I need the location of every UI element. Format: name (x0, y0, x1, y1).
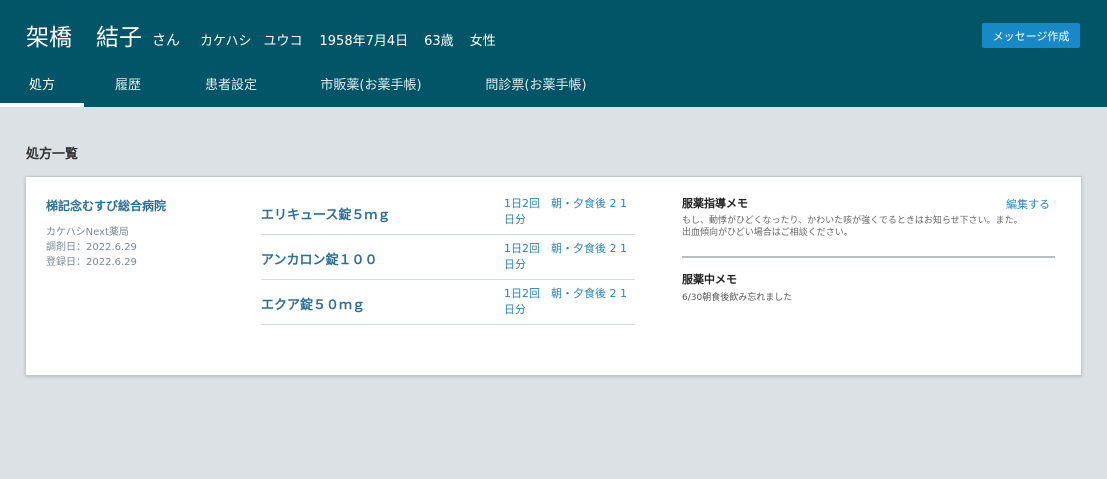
edit-memo-link[interactable]: 編集する (1006, 196, 1050, 212)
patient-kana-given: ユウコ (263, 34, 303, 49)
drug-dosage: 1日2回 朝・夕食後 2 1日分 (504, 197, 627, 226)
memo-panel: 服薬指導メモ 編集する もし、動悸がひどくなったり、かわいた咳が強くでるときはお… (682, 195, 1055, 303)
guidance-memo-line: 出血傾向がひどい場合はご相談ください。 (682, 228, 853, 238)
tab-bar: 処方 履歴 患者設定 市販薬(お薬手帳) 問診票(お薬手帳) (0, 59, 1107, 107)
tab-prescription[interactable]: 処方 (0, 59, 84, 107)
tab-questionnaire[interactable]: 問診票(お薬手帳) (467, 59, 605, 107)
patient-given-name: 結子 (96, 25, 142, 51)
patient-birthdate: 1958年7月4日 (319, 34, 409, 49)
drug-name[interactable]: エリキュース錠５ｍｇ (261, 204, 390, 223)
tab-patient-settings[interactable]: 患者設定 (190, 59, 272, 107)
drug-row: エクア錠５０ｍｇ 1日2回 朝・夕食後 2 1日分 (261, 280, 635, 325)
drug-list: エリキュース錠５ｍｇ 1日2回 朝・夕食後 2 1日分 アンカロン錠１００ 1日… (261, 190, 635, 325)
patient-sex: 女性 (469, 34, 496, 49)
drug-name[interactable]: アンカロン錠１００ (261, 249, 377, 268)
hospital-link[interactable]: 梯記念むすび総合病院 (46, 197, 166, 214)
current-memo-text: 6/30朝食後飲み忘れました (682, 293, 793, 303)
patient-header: 架橋 結子 さん カケハシ ユウコ 1958年7月4日 63歳 女性 メッセージ… (0, 0, 1107, 107)
guidance-memo-text: もし、動悸がひどくなったり、かわいた咳が強くでるときはお知らせ下さい。また。 出… (682, 215, 1055, 239)
guidance-memo-title: 服薬指導メモ (682, 197, 748, 210)
guidance-memo-line: もし、動悸がひどくなったり、かわいた咳が強くでるときはお知らせ下さい。また。 (682, 216, 1023, 226)
drug-row: アンカロン錠１００ 1日2回 朝・夕食後 2 1日分 (261, 235, 635, 280)
patient-family-name: 架橋 (26, 25, 72, 51)
registered-date: 登録日：2022.6.29 (46, 257, 137, 268)
drug-name[interactable]: エクア錠５０ｍｇ (261, 294, 365, 313)
patient-age: 63歳 (424, 34, 454, 49)
drug-row: エリキュース錠５ｍｇ 1日2回 朝・夕食後 2 1日分 (261, 190, 635, 235)
memo-divider (682, 256, 1055, 258)
create-message-button[interactable]: メッセージ作成 (982, 23, 1080, 48)
tab-otc-drugs[interactable]: 市販薬(お薬手帳) (303, 59, 439, 107)
page-title: 処方一覧 (26, 147, 79, 162)
dispensed-date: 調剤日：2022.6.29 (46, 242, 137, 253)
patient-kana-family: カケハシ (200, 34, 252, 49)
drug-dosage: 1日2回 朝・夕食後 2 1日分 (504, 287, 627, 316)
drug-dosage: 1日2回 朝・夕食後 2 1日分 (504, 242, 627, 271)
pharmacy-info: カケハシNext薬局 調剤日：2022.6.29 登録日：2022.6.29 (46, 225, 137, 270)
prescription-card: 梯記念むすび総合病院 カケハシNext薬局 調剤日：2022.6.29 登録日：… (25, 176, 1082, 376)
current-memo: 服薬中メモ 6/30朝食後飲み忘れました (682, 271, 1055, 303)
patient-info: 架橋 結子 さん カケハシ ユウコ 1958年7月4日 63歳 女性 (26, 18, 496, 52)
current-memo-title: 服薬中メモ (682, 273, 737, 286)
patient-honorific: さん (152, 33, 180, 49)
tab-history[interactable]: 履歴 (96, 59, 160, 107)
pharmacy-name: カケハシNext薬局 (46, 227, 129, 238)
